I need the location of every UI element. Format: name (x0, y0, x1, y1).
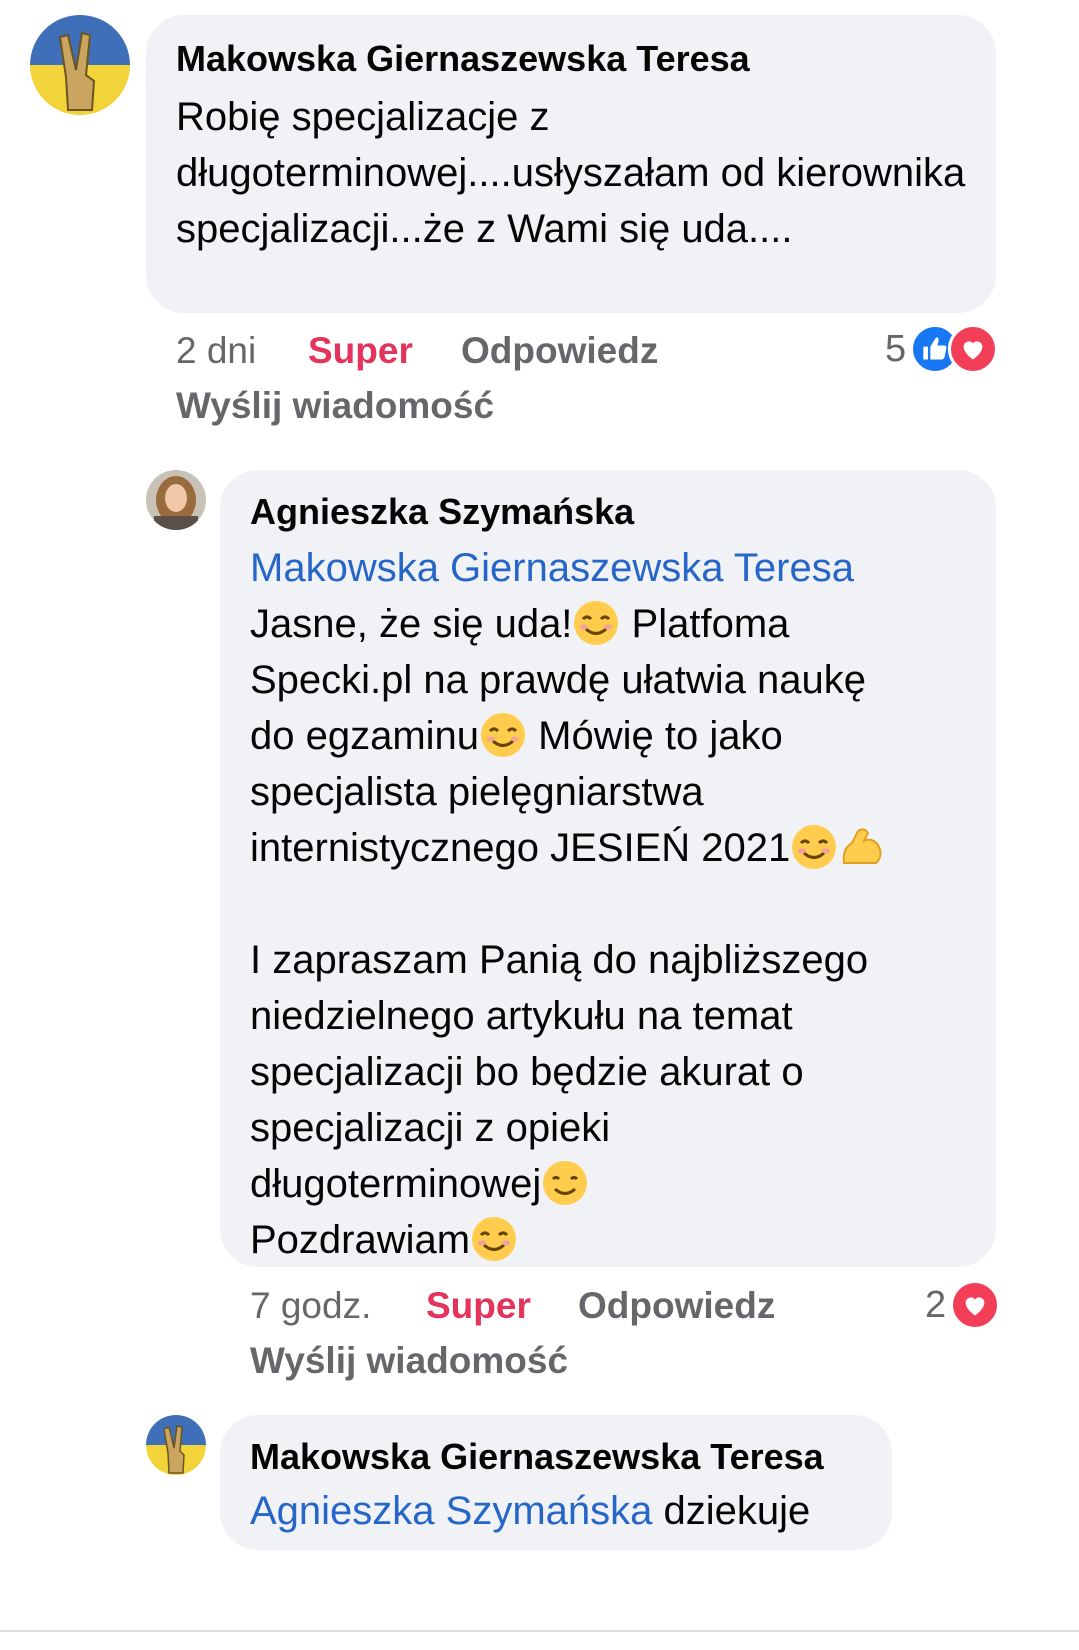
text-line: do egzaminu (250, 714, 480, 758)
love-reaction-icon (948, 324, 999, 374)
reply-button[interactable]: Odpowiedz (461, 330, 658, 372)
super-reaction-button[interactable]: Super (426, 1285, 531, 1327)
avatar-teresa[interactable] (30, 15, 130, 115)
divider (0, 1630, 1079, 1632)
ukraine-peace-avatar-icon (30, 15, 130, 115)
comment-actions: 7 godz. Super Odpowiedz Wyślij wiadomość (250, 1285, 850, 1385)
comment-author[interactable]: Makowska Giernaszewska Teresa (176, 37, 966, 81)
comment-bubble-teresa-reply: Makowska Giernaszewska Teresa Agnieszka … (220, 1415, 892, 1550)
text-line: Platfoma (620, 602, 790, 646)
comment-text: Robię specjalizacje z długoterminowej...… (176, 95, 977, 251)
love-reaction-icon (950, 1280, 1001, 1330)
flexed-biceps-icon (838, 823, 886, 871)
text-line: Mówię to jako (527, 714, 783, 758)
smiling-face-icon (470, 1215, 518, 1263)
mention-link[interactable]: Agnieszka Szymańska (250, 1489, 652, 1533)
comment-author[interactable]: Agnieszka Szymańska (250, 490, 966, 534)
reaction-summary[interactable]: 2 (925, 1280, 1001, 1330)
smiling-face-icon (541, 1159, 589, 1207)
text-line: długoterminowej (250, 1162, 542, 1206)
send-message-button[interactable]: Wyślij wiadomość (250, 1340, 568, 1382)
comment-author[interactable]: Makowska Giernaszewska Teresa (250, 1435, 862, 1479)
reaction-count: 2 (925, 1283, 947, 1326)
comment-bubble-agnieszka: Agnieszka Szymańska Makowska Giernaszews… (220, 470, 996, 1267)
text-line: internistycznego JESIEŃ 2021 (250, 826, 791, 870)
avatar-teresa[interactable] (146, 1415, 206, 1475)
reaction-summary[interactable]: 5 (885, 324, 999, 374)
reaction-count: 5 (885, 327, 907, 370)
comment-time[interactable]: 2 dni (176, 330, 256, 372)
comment-actions: 2 dni Super Odpowiedz Wyślij wiadomość (176, 330, 776, 430)
profile-photo-icon (146, 470, 206, 530)
smiling-face-icon (479, 711, 527, 759)
comment-text: dziekuje (652, 1489, 811, 1533)
comment-bubble-teresa: Makowska Giernaszewska Teresa Robię spec… (146, 15, 996, 313)
send-message-button[interactable]: Wyślij wiadomość (176, 385, 494, 427)
smiling-face-icon (790, 823, 838, 871)
comment-time[interactable]: 7 godz. (250, 1285, 371, 1327)
comment-text: Makowska Giernaszewska Teresa Jasne, że … (250, 540, 966, 1268)
text-paragraph: I zapraszam Panią do najbliższego niedzi… (250, 938, 880, 1150)
text-line: Jasne, że się uda! (250, 602, 573, 646)
mention-link[interactable]: Makowska Giernaszewska Teresa (250, 540, 966, 596)
text-line: Pozdrawiam (250, 1218, 471, 1262)
text-line: Specki.pl na prawdę ułatwia naukę (250, 658, 866, 702)
smiling-face-icon (572, 599, 620, 647)
avatar-agnieszka[interactable] (146, 470, 206, 530)
text-line: specjalista pielęgniarstwa (250, 770, 704, 814)
ukraine-peace-avatar-icon (146, 1415, 206, 1475)
reply-button[interactable]: Odpowiedz (578, 1285, 775, 1327)
super-reaction-button[interactable]: Super (308, 330, 413, 372)
